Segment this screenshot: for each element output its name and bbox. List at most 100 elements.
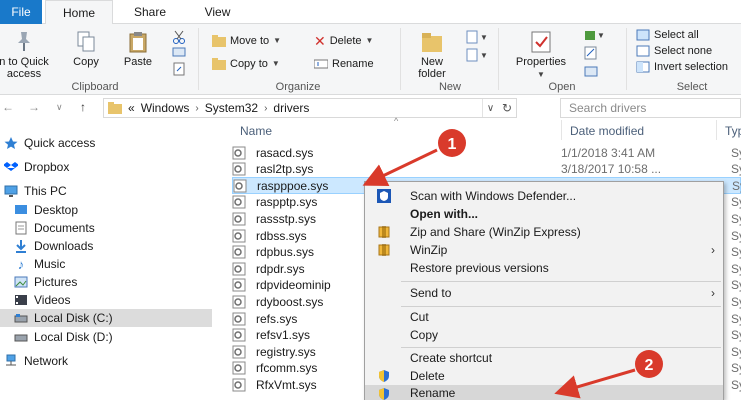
- breadcrumb-prefix[interactable]: «: [128, 101, 135, 115]
- nav-label: Downloads: [34, 239, 94, 253]
- pictures-icon: [14, 275, 28, 289]
- copy-button[interactable]: Copy: [68, 30, 104, 68]
- nav-network[interactable]: Network: [0, 352, 212, 370]
- easy-access-icon[interactable]: ▼: [466, 48, 488, 65]
- menu-separator: [401, 281, 721, 282]
- delete-button[interactable]: ✕ Delete ▼: [314, 34, 373, 48]
- move-to-button[interactable]: Move to ▼: [212, 34, 281, 48]
- cut-icon[interactable]: [172, 30, 186, 47]
- file-type: Sy: [731, 195, 741, 210]
- menu-scan-defender[interactable]: Scan with Windows Defender...: [365, 187, 723, 205]
- menu-open-with[interactable]: Open with...: [365, 205, 723, 223]
- tab-share[interactable]: Share: [130, 0, 170, 24]
- menu-copy[interactable]: Copy: [365, 326, 723, 344]
- open-group-label: Open: [548, 81, 576, 93]
- file-type: Sy: [732, 178, 741, 193]
- file-type: Sy: [731, 361, 741, 376]
- menu-label: Restore previous versions: [410, 261, 549, 275]
- system-file-icon: [232, 262, 246, 276]
- nav-label: Desktop: [34, 203, 79, 217]
- nav-label: Local Disk (C:): [34, 311, 113, 325]
- move-to-label: Move to: [230, 35, 270, 47]
- up-button[interactable]: ↑: [80, 100, 86, 114]
- menu-winzip[interactable]: WinZip ›: [365, 241, 723, 259]
- breadcrumb-system32[interactable]: System32: [205, 101, 258, 115]
- menu-cut[interactable]: Cut: [365, 308, 723, 326]
- chevron-down-icon: ▼: [273, 36, 282, 45]
- nav-quick-access[interactable]: Quick access: [0, 134, 212, 152]
- file-row[interactable]: rasacd.sys 1/1/2018 3:41 AM Sy: [232, 144, 741, 161]
- invert-selection-button[interactable]: Invert selection: [636, 60, 728, 74]
- copy-path-icon[interactable]: [172, 46, 186, 61]
- organize-group-label: Organize: [275, 81, 321, 93]
- select-all-button[interactable]: Select all: [636, 28, 699, 42]
- address-bar[interactable]: « Windows › System32 › drivers ∨ ↻: [103, 98, 517, 118]
- nav-this-pc[interactable]: This PC: [0, 182, 212, 200]
- menu-zip-and-share[interactable]: Zip and Share (WinZip Express): [365, 223, 723, 241]
- menu-send-to[interactable]: Send to ›: [365, 284, 723, 302]
- forward-button[interactable]: →: [28, 100, 40, 114]
- file-date: 1/1/2018 3:41 AM: [561, 145, 656, 160]
- chevron-down-icon[interactable]: ∨: [487, 103, 494, 114]
- breadcrumb-drivers[interactable]: drivers: [273, 101, 309, 115]
- menu-restore-previous-versions[interactable]: Restore previous versions: [365, 259, 723, 277]
- refresh-icon[interactable]: ↻: [502, 101, 512, 115]
- history-icon[interactable]: [584, 64, 598, 81]
- clipboard-group-label: Clipboard: [71, 81, 119, 93]
- nav-documents[interactable]: Documents: [0, 219, 212, 237]
- tab-file[interactable]: File: [0, 0, 42, 24]
- column-header-date[interactable]: Date modified: [570, 124, 644, 138]
- copy-icon: [77, 31, 95, 52]
- new-item-icon[interactable]: ▼: [466, 30, 488, 47]
- nav-local-disk-c[interactable]: Local Disk (C:): [0, 309, 212, 327]
- menu-label: Open with...: [410, 207, 478, 221]
- edit-icon[interactable]: [584, 46, 598, 63]
- search-input[interactable]: Search drivers: [560, 98, 741, 118]
- nav-music[interactable]: ♪ Music: [0, 255, 212, 273]
- chevron-right-icon[interactable]: ›: [264, 103, 267, 114]
- address-row: ← → ∨ ↑ « Windows › System32 › drivers ∨…: [0, 96, 741, 120]
- select-group-label: Select: [676, 81, 708, 93]
- menu-delete[interactable]: Delete: [365, 367, 723, 385]
- rename-button[interactable]: Rename: [314, 57, 374, 71]
- recent-dropdown-icon[interactable]: ∨: [56, 102, 63, 113]
- properties-button[interactable]: Properties ▼: [506, 30, 576, 81]
- paste-shortcut-icon[interactable]: [172, 62, 186, 79]
- file-type: Sy: [731, 311, 741, 326]
- pin-quick-access-button[interactable]: n to Quick access: [0, 30, 54, 80]
- tab-view[interactable]: View: [195, 0, 240, 24]
- invert-selection-icon: [636, 61, 650, 73]
- nav-dropbox[interactable]: Dropbox: [0, 158, 212, 176]
- sort-ascending-icon: ^: [394, 116, 399, 126]
- chevron-down-icon: ▼: [365, 36, 374, 45]
- nav-label: Local Disk (D:): [34, 330, 113, 344]
- folder-icon: [212, 58, 226, 70]
- copy-to-button[interactable]: Copy to ▼: [212, 57, 280, 71]
- paste-button[interactable]: Paste: [118, 30, 158, 68]
- nav-videos[interactable]: Videos: [0, 291, 212, 309]
- system-file-icon: [232, 146, 246, 159]
- select-none-button[interactable]: Select none: [636, 44, 712, 58]
- open-icon[interactable]: ▼: [584, 28, 606, 45]
- column-header-type[interactable]: Typ: [725, 124, 741, 138]
- file-row[interactable]: rasl2tp.sys 3/18/2017 10:58 ... Sy: [232, 161, 741, 178]
- copy-label: Copy: [73, 56, 99, 68]
- nav-pictures[interactable]: Pictures: [0, 273, 212, 291]
- column-header-name[interactable]: Name: [240, 124, 272, 138]
- nav-local-disk-d[interactable]: Local Disk (D:): [0, 328, 212, 346]
- new-folder-icon: [422, 33, 442, 52]
- nav-downloads[interactable]: Downloads: [0, 237, 212, 255]
- ribbon-separator: [198, 28, 199, 90]
- nav-desktop[interactable]: Desktop: [0, 201, 212, 219]
- ribbon-separator: [626, 28, 627, 90]
- chevron-down-icon: ▼: [537, 70, 545, 79]
- menu-rename[interactable]: Rename: [365, 385, 723, 400]
- breadcrumb-windows[interactable]: Windows: [141, 101, 190, 115]
- select-all-icon: [636, 29, 650, 41]
- back-button[interactable]: ←: [2, 100, 14, 114]
- menu-create-shortcut[interactable]: Create shortcut: [365, 349, 723, 367]
- delete-label: Delete: [329, 35, 362, 47]
- chevron-right-icon[interactable]: ›: [195, 103, 198, 114]
- tab-home[interactable]: Home: [45, 0, 113, 25]
- new-folder-button[interactable]: New folder: [410, 30, 454, 80]
